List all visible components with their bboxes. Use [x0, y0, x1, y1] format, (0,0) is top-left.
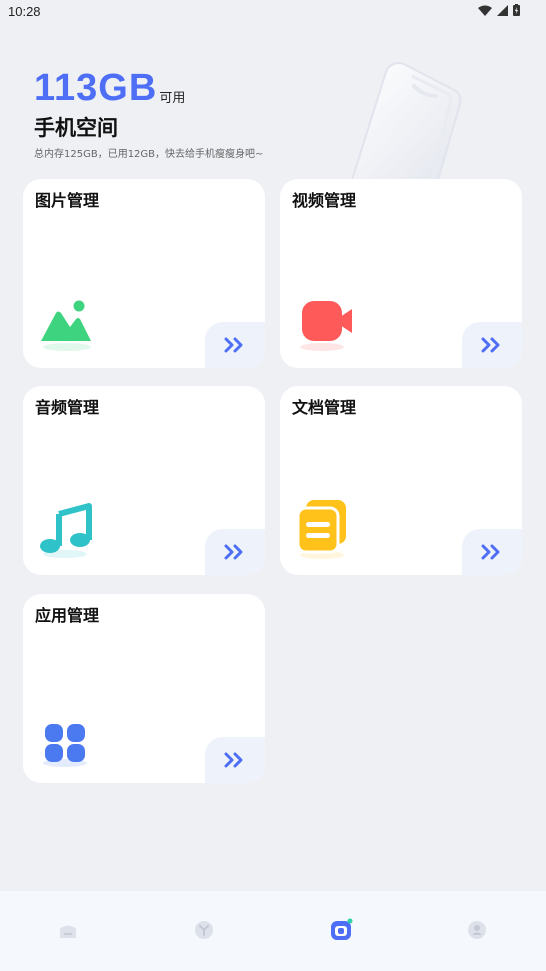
double-chevron-right-icon — [481, 544, 500, 560]
nav-profile[interactable] — [464, 917, 490, 943]
profile-icon — [468, 921, 486, 939]
status-icons — [478, 4, 520, 16]
nav-storage-manager[interactable] — [328, 917, 354, 943]
double-chevron-right-icon — [481, 337, 500, 353]
nav-home[interactable] — [55, 917, 81, 943]
home-icon — [60, 925, 76, 938]
free-storage-unit: 可用 — [159, 91, 186, 106]
storage-title: 手机空间 — [34, 116, 118, 140]
nav-clean[interactable] — [191, 917, 217, 943]
card-video-management[interactable]: 视频管理 — [280, 179, 522, 368]
phone-illustration — [352, 62, 462, 180]
card-title: 图片管理 — [35, 191, 100, 210]
storage-manager-icon — [331, 918, 353, 940]
card-open-button[interactable] — [462, 529, 522, 575]
storage-description: 总内存125GB，已用12GB，快去给手机瘦瘦身吧~ — [34, 149, 264, 160]
status-bar: 10:28 — [0, 0, 546, 24]
bottom-navigation — [0, 891, 546, 971]
card-audio-management[interactable]: 音频管理 — [23, 386, 265, 575]
card-title: 视频管理 — [292, 191, 357, 210]
double-chevron-right-icon — [224, 544, 243, 560]
signal-icon — [497, 4, 508, 16]
card-open-button[interactable] — [205, 529, 265, 575]
battery-icon — [513, 4, 520, 16]
double-chevron-right-icon — [224, 752, 243, 768]
video-camera-icon — [300, 301, 352, 351]
card-open-button[interactable] — [462, 322, 522, 368]
music-note-icon — [40, 503, 92, 558]
card-title: 文档管理 — [292, 398, 357, 417]
card-document-management[interactable]: 文档管理 — [280, 386, 522, 575]
storage-summary: 113GB 可用 手机空间 总内存125GB，已用12GB，快去给手机瘦瘦身吧~ — [34, 66, 263, 160]
card-title: 应用管理 — [35, 606, 100, 625]
card-app-management[interactable]: 应用管理 — [23, 594, 265, 783]
image-icon — [41, 300, 91, 351]
card-open-button[interactable] — [205, 322, 265, 368]
clean-icon — [195, 921, 213, 939]
apps-icon — [43, 724, 87, 767]
card-open-button[interactable] — [205, 737, 265, 783]
card-image-management[interactable]: 图片管理 — [23, 179, 265, 368]
status-time: 10:28 — [8, 4, 41, 19]
storage-free: 113GB 可用 — [34, 66, 263, 110]
card-title: 音频管理 — [35, 398, 100, 417]
free-storage-value: 113GB — [34, 67, 158, 109]
wifi-icon — [478, 5, 492, 16]
document-icon — [296, 500, 346, 559]
double-chevron-right-icon — [224, 337, 243, 353]
